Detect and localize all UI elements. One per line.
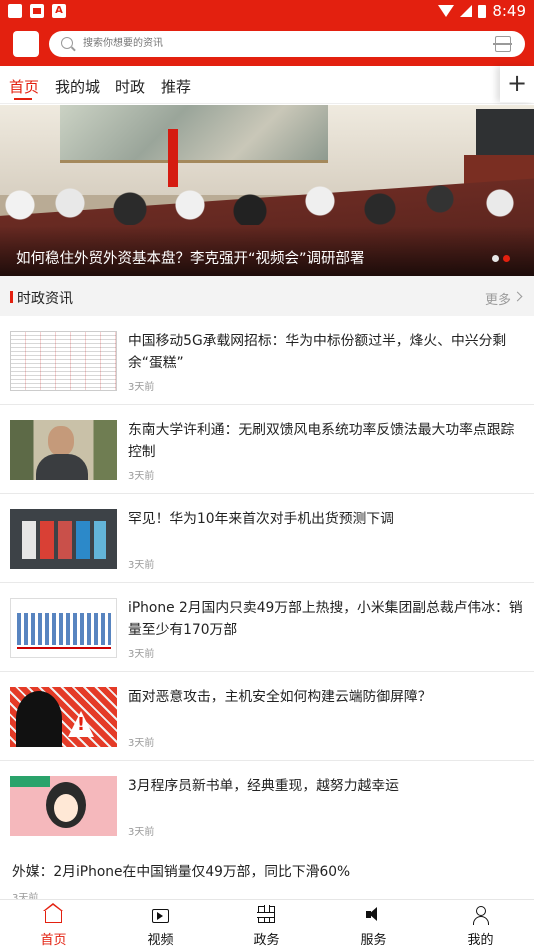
- news-thumbnail: [10, 420, 117, 480]
- news-time: 3天前: [128, 738, 155, 749]
- carousel-dot[interactable]: [492, 255, 499, 262]
- news-time: 3天前: [128, 560, 155, 571]
- news-thumbnail: [10, 598, 117, 658]
- news-item[interactable]: 中国移动5G承载网招标：华为中标份额过半，烽火、中兴分剩余“蛋糕” 3天前: [0, 316, 534, 405]
- hero-banner[interactable]: 如何稳住外贸外资基本盘？李克强开“视频会”调研部署: [0, 105, 534, 276]
- news-thumbnail: [10, 776, 117, 836]
- nav-label: 我的: [467, 933, 494, 948]
- hero-caption[interactable]: 如何稳住外贸外资基本盘？李克强开“视频会”调研部署: [16, 247, 365, 268]
- news-item[interactable]: 东南大学许利通：无刷双馈风电系统功率反馈法最大功率点跟踪控制 3天前: [0, 405, 534, 494]
- news-title[interactable]: 东南大学许利通：无刷双馈风电系统功率反馈法最大功率点跟踪控制: [128, 419, 524, 463]
- carousel-indicator: [492, 255, 510, 262]
- tab-politics[interactable]: 时政: [115, 76, 145, 97]
- news-time: 3天前: [128, 827, 155, 838]
- nav-video[interactable]: 视频: [107, 900, 214, 951]
- app-header: [0, 24, 534, 66]
- news-item[interactable]: 3月程序员新书单，经典重现，越努力越幸运 3天前: [0, 761, 534, 850]
- nav-services[interactable]: 服务: [320, 900, 427, 951]
- channel-tabs: 首页 我的城 时政 推荐 +: [0, 66, 534, 104]
- news-item-text-only[interactable]: 外媒：2月iPhone在中国销量仅49万部，同比下滑60% 3天前: [0, 849, 534, 904]
- active-tab-indicator: [14, 98, 32, 100]
- nav-home[interactable]: 首页: [0, 900, 107, 951]
- video-icon: [152, 909, 169, 923]
- news-time: 3天前: [128, 382, 155, 393]
- news-title[interactable]: 外媒：2月iPhone在中国销量仅49万部，同比下滑60%: [12, 861, 524, 883]
- status-time: 8:49: [492, 2, 526, 20]
- chevron-right-icon[interactable]: [512, 291, 523, 302]
- news-time: 3天前: [128, 649, 155, 660]
- nav-label: 视频: [147, 933, 174, 948]
- home-icon: [43, 903, 63, 923]
- tab-home[interactable]: 首页: [9, 76, 39, 97]
- message-notification-icon: [30, 4, 44, 18]
- search-icon: [61, 37, 73, 49]
- nav-profile[interactable]: 我的: [427, 900, 534, 951]
- app-notification-icon: [8, 4, 22, 18]
- more-link[interactable]: 更多: [485, 289, 511, 308]
- system-icons: 8:49: [438, 2, 526, 20]
- tab-recommend[interactable]: 推荐: [161, 76, 191, 97]
- nav-label: 政务: [253, 933, 280, 948]
- add-channel-button[interactable]: +: [500, 66, 534, 102]
- news-time: 3天前: [128, 471, 155, 482]
- search-bar[interactable]: [49, 31, 525, 57]
- news-thumbnail: [10, 509, 117, 569]
- scan-icon[interactable]: [493, 36, 512, 52]
- tab-my-city[interactable]: 我的城: [55, 76, 100, 97]
- nav-label: 首页: [40, 933, 67, 948]
- notification-icons: A: [8, 4, 66, 18]
- nav-label: 服务: [360, 933, 387, 948]
- nav-government[interactable]: 政务: [213, 900, 320, 951]
- carousel-dot-active[interactable]: [503, 255, 510, 262]
- wifi-icon: [438, 5, 455, 17]
- news-item[interactable]: 面对恶意攻击，主机安全如何构建云端防御屏障？ 3天前: [0, 672, 534, 761]
- bottom-navigation: 首页 视频 政务 服务 我的: [0, 899, 534, 950]
- news-item[interactable]: iPhone 2月国内只卖49万部上热搜，小米集团副总裁卢伟冰：销量至少有170…: [0, 583, 534, 672]
- news-title[interactable]: iPhone 2月国内只卖49万部上热搜，小米集团副总裁卢伟冰：销量至少有170…: [128, 597, 524, 641]
- news-title[interactable]: 面对恶意攻击，主机安全如何构建云端防御屏障？: [128, 686, 524, 708]
- signal-icon: [460, 5, 473, 17]
- news-thumbnail: [10, 331, 117, 391]
- user-icon: [472, 906, 489, 925]
- news-title[interactable]: 罕见！华为10年来首次对手机出货预测下调: [128, 508, 524, 530]
- news-thumbnail: [10, 687, 117, 747]
- news-item[interactable]: 罕见！华为10年来首次对手机出货预测下调 3天前: [0, 494, 534, 583]
- speaker-icon: [365, 906, 382, 923]
- app-logo[interactable]: [13, 31, 39, 57]
- section-accent-bar: [10, 291, 13, 303]
- news-title[interactable]: 3月程序员新书单，经典重现，越努力越幸运: [128, 775, 524, 797]
- battery-icon: [478, 4, 487, 18]
- section-header: 时政资讯 更多: [0, 276, 534, 316]
- section-title: 时政资讯: [17, 291, 73, 307]
- news-title[interactable]: 中国移动5G承载网招标：华为中标份额过半，烽火、中兴分剩余“蛋糕”: [128, 330, 524, 374]
- a-notification-icon: A: [52, 4, 66, 18]
- status-bar: A 8:49: [0, 0, 534, 24]
- search-input[interactable]: [83, 31, 463, 57]
- grid-icon: [257, 905, 275, 923]
